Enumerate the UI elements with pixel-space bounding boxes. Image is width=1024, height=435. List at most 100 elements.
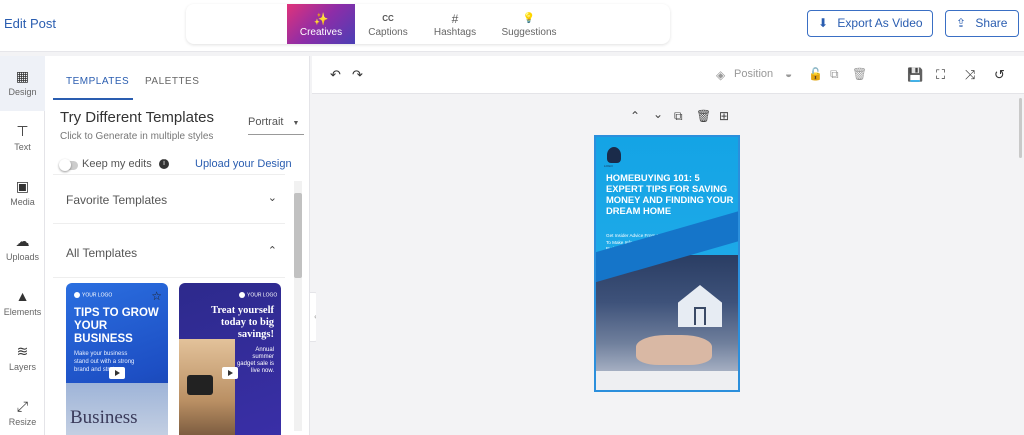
magic-wand-icon: ✨ bbox=[313, 12, 329, 26]
rail-item-label: Text bbox=[14, 142, 31, 152]
share-button[interactable]: ⇪ Share bbox=[945, 10, 1019, 37]
shuffle-icon[interactable]: ⤨ bbox=[965, 67, 975, 83]
shapes-icon: ▲ bbox=[15, 288, 30, 304]
play-icon[interactable] bbox=[222, 367, 238, 379]
panel-scroll-thumb[interactable] bbox=[294, 193, 302, 278]
rail-item-label: Uploads bbox=[5, 252, 40, 262]
undo-icon[interactable]: ↶ bbox=[330, 67, 341, 83]
panel-scrollbar[interactable] bbox=[294, 181, 302, 431]
reset-icon[interactable]: ↺ bbox=[994, 67, 1005, 83]
fullscreen-icon[interactable]: ⛶ bbox=[936, 67, 945, 83]
rail-item-label: Resize bbox=[8, 417, 37, 427]
keep-edits-toggle[interactable] bbox=[59, 159, 78, 171]
template-card[interactable]: YOUR LOGO Treat yourself today to big sa… bbox=[179, 283, 281, 435]
export-as-video-label: Export As Video bbox=[837, 16, 923, 30]
tab-hashtags[interactable]: # Hashtags bbox=[426, 4, 484, 44]
add-page-icon[interactable]: ⊞ bbox=[719, 109, 729, 123]
grid-icon: ▦ bbox=[15, 68, 30, 84]
orientation-value: Portrait bbox=[248, 116, 284, 128]
template-body: Annual summer gadget sale is live now. bbox=[236, 347, 274, 374]
star-icon[interactable]: ☆ bbox=[151, 289, 162, 303]
share-icon: ⇪ bbox=[956, 16, 967, 30]
mode-switcher: ✨ Creatives CC Captions # Hashtags 💡 Sug… bbox=[186, 4, 670, 44]
info-icon[interactable]: i bbox=[159, 159, 169, 169]
tab-captions-label: Captions bbox=[368, 27, 408, 38]
download-icon: ⬇ bbox=[818, 16, 829, 30]
orientation-underline bbox=[248, 134, 304, 135]
tab-suggestions-label: Suggestions bbox=[501, 27, 557, 38]
chevron-down-icon[interactable]: ⌄ bbox=[653, 107, 663, 121]
layers-icon: ≋ bbox=[16, 343, 29, 359]
rail-item-media[interactable]: ▣ Media bbox=[0, 166, 45, 221]
duplicate-icon[interactable]: ⧉ bbox=[830, 67, 839, 82]
tab-creatives-label: Creatives bbox=[299, 27, 343, 38]
redo-icon[interactable]: ↷ bbox=[352, 67, 363, 83]
camera-icon bbox=[187, 375, 213, 395]
rail-item-label: Design bbox=[8, 87, 37, 97]
house-door bbox=[694, 307, 706, 325]
template-body: Make your business stand out with a stro… bbox=[74, 351, 135, 373]
favorite-templates-label: Favorite Templates bbox=[66, 193, 168, 207]
rail-item-resize[interactable]: ⤢ Resize bbox=[0, 386, 45, 435]
template-logo: YOUR LOGO bbox=[74, 292, 112, 298]
template-headline: TIPS TO GROW YOUR BUSINESS bbox=[74, 307, 159, 345]
tab-palettes[interactable]: PALETTES bbox=[145, 76, 199, 87]
all-templates-label: All Templates bbox=[66, 246, 138, 260]
image-icon: ▣ bbox=[15, 178, 30, 194]
chevron-down-icon: ⌄ bbox=[267, 192, 277, 204]
template-logo: YOUR LOGO bbox=[239, 292, 277, 298]
tab-hashtags-label: Hashtags bbox=[433, 27, 477, 38]
rail-item-uploads[interactable]: ☁ Uploads bbox=[0, 221, 45, 276]
rail-item-label: Layers bbox=[8, 362, 36, 372]
rail-item-design[interactable]: ▦ Design bbox=[0, 56, 45, 111]
editor-toolbar: ↶ ↷ ◈ Position ◒ 🔓 ⧉ 🗑 💾 ⛶ ⤨ ↺ bbox=[312, 56, 1024, 94]
panel-subtitle: Click to Generate in multiple styles bbox=[60, 131, 214, 142]
template-card[interactable]: YOUR LOGO ☆ TIPS TO GROW YOUR BUSINESS M… bbox=[66, 283, 168, 435]
tab-suggestions[interactable]: 💡 Suggestions bbox=[492, 4, 566, 44]
duplicate-page-icon[interactable]: ⧉ bbox=[674, 109, 683, 124]
post-photo[interactable] bbox=[596, 206, 738, 390]
text-icon: ⊤ bbox=[16, 123, 29, 139]
orientation-select[interactable]: Portrait ▼ bbox=[248, 116, 299, 128]
post-headline[interactable]: HOMEBUYING 101: 5 EXPERT TIPS FOR SAVING… bbox=[606, 172, 734, 216]
post-logo-icon bbox=[607, 147, 621, 163]
position-label[interactable]: Position bbox=[734, 68, 773, 80]
rail-item-label: Elements bbox=[3, 307, 42, 317]
save-icon[interactable]: 💾 bbox=[907, 67, 923, 83]
favorite-templates-accordion[interactable]: Favorite Templates ⌄ bbox=[53, 174, 285, 224]
delete-page-icon[interactable]: 🗑 bbox=[696, 109, 711, 123]
top-bar: Edit Post ✨ Creatives CC Captions # Hash… bbox=[0, 0, 1024, 52]
rail-item-layers[interactable]: ≋ Layers bbox=[0, 331, 45, 386]
all-templates-accordion[interactable]: All Templates ⌃ bbox=[53, 228, 285, 278]
tab-captions[interactable]: CC Captions bbox=[358, 4, 418, 44]
edit-post-title: Edit Post bbox=[4, 16, 57, 31]
rail-item-text[interactable]: ⊤ Text bbox=[0, 111, 45, 166]
play-icon[interactable] bbox=[109, 367, 125, 379]
template-headline: Treat yourself today to big savings! bbox=[211, 305, 274, 340]
rail-item-label: Media bbox=[10, 197, 35, 207]
upload-design-link[interactable]: Upload your Design bbox=[195, 158, 292, 170]
canvas-area: ⌃ ⌄ ⧉ 🗑 ⊞ LOGO HOMEBUYING 101: 5 EXPERT … bbox=[316, 98, 1022, 435]
template-footer-text: Business bbox=[70, 407, 138, 428]
trash-icon[interactable]: 🗑 bbox=[852, 67, 867, 81]
cloud-upload-icon: ☁ bbox=[15, 233, 30, 249]
hashtag-icon: # bbox=[451, 12, 459, 26]
position-icon[interactable]: ◈ bbox=[716, 68, 725, 82]
panel-title: Try Different Templates bbox=[60, 109, 214, 126]
unlock-icon[interactable]: 🔓 bbox=[808, 67, 823, 81]
active-tab-indicator bbox=[53, 98, 133, 100]
chevron-up-icon[interactable]: ⌃ bbox=[630, 109, 640, 123]
share-label: Share bbox=[975, 16, 1008, 30]
lightbulb-icon: 💡 bbox=[522, 13, 536, 24]
tab-creatives[interactable]: ✨ Creatives bbox=[287, 4, 355, 44]
design-canvas[interactable]: LOGO HOMEBUYING 101: 5 EXPERT TIPS FOR S… bbox=[594, 135, 740, 392]
left-rail: ▦ Design ⊤ Text ▣ Media ☁ Uploads ▲ Elem… bbox=[0, 56, 45, 435]
canvas-scrollbar[interactable] bbox=[1019, 98, 1022, 158]
opacity-icon[interactable]: ◒ bbox=[785, 67, 792, 81]
rail-item-elements[interactable]: ▲ Elements bbox=[0, 276, 45, 331]
cc-icon: CC bbox=[382, 14, 394, 23]
post-logo-text: LOGO bbox=[604, 164, 613, 168]
export-as-video-button[interactable]: ⬇ Export As Video bbox=[807, 10, 933, 37]
tab-templates[interactable]: TEMPLATES bbox=[66, 76, 129, 87]
templates-panel: TEMPLATES PALETTES Try Different Templat… bbox=[45, 56, 310, 435]
